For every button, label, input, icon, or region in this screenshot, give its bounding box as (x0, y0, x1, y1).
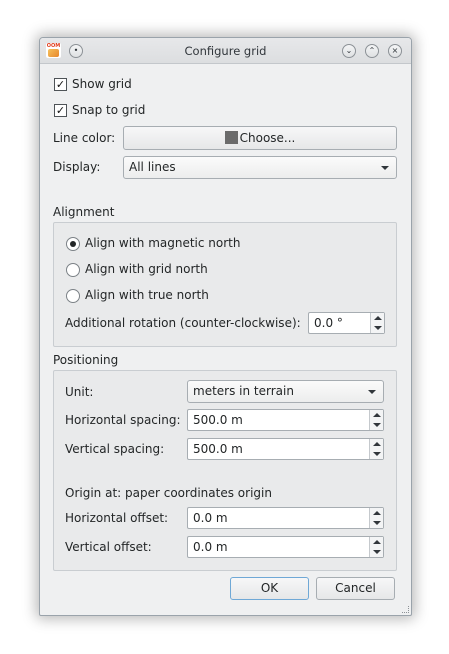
chevron-down-icon (368, 390, 376, 394)
radio-grid-north[interactable] (66, 263, 80, 277)
unit-label: Unit: (65, 385, 94, 399)
true-north-label: Align with true north (85, 288, 209, 302)
v-offset-label: Vertical offset: (65, 540, 152, 554)
step-down-icon (373, 550, 381, 554)
magnetic-north-label: Align with magnetic north (85, 236, 241, 250)
step-down-icon (373, 423, 381, 427)
choose-color-label: Choose... (239, 131, 296, 145)
h-offset-stepper[interactable] (369, 508, 383, 528)
color-swatch (224, 131, 238, 144)
ok-button[interactable]: OK (230, 577, 309, 600)
v-offset-spinbox[interactable]: 0.0 m (187, 536, 384, 558)
minimize-button[interactable]: ⌄ (342, 44, 356, 58)
v-offset-value: 0.0 m (193, 540, 228, 554)
v-spacing-spinbox[interactable]: 500.0 m (187, 438, 384, 460)
step-down-icon (373, 521, 381, 525)
alignment-title: Alignment (53, 205, 115, 219)
close-button[interactable]: × (388, 44, 402, 58)
step-up-icon (373, 540, 381, 544)
h-spacing-spinbox[interactable]: 500.0 m (187, 409, 384, 431)
step-up-icon (373, 413, 381, 417)
configure-grid-dialog: OOM • Configure grid ⌄ ⌃ × ✓ Show grid ✓… (39, 37, 412, 616)
display-value: All lines (129, 160, 176, 174)
step-up-icon (373, 511, 381, 515)
grid-north-label: Align with grid north (85, 262, 208, 276)
rotation-value: 0.0 ° (314, 316, 343, 330)
choose-color-button[interactable]: Choose... (123, 126, 397, 150)
rotation-stepper[interactable] (370, 313, 384, 333)
positioning-title: Positioning (53, 353, 119, 367)
v-spacing-label: Vertical spacing: (65, 442, 165, 456)
maximize-button[interactable]: ⌃ (365, 44, 379, 58)
radio-magnetic-north[interactable] (66, 237, 80, 251)
h-offset-spinbox[interactable]: 0.0 m (187, 507, 384, 529)
show-grid-checkbox[interactable]: ✓ (54, 78, 67, 91)
title-bar[interactable]: OOM • Configure grid ⌄ ⌃ × (40, 38, 411, 64)
h-spacing-value: 500.0 m (193, 413, 243, 427)
step-down-icon (374, 326, 382, 330)
radio-true-north[interactable] (66, 289, 80, 303)
chevron-down-icon (381, 166, 389, 170)
step-up-icon (373, 442, 381, 446)
alignment-group: Align with magnetic north Align with gri… (53, 222, 397, 347)
display-label: Display: (53, 160, 101, 174)
display-select[interactable]: All lines (123, 156, 397, 179)
step-down-icon (373, 452, 381, 456)
resize-grip[interactable] (402, 606, 409, 613)
line-color-label: Line color: (53, 131, 116, 145)
h-offset-label: Horizontal offset: (65, 511, 169, 525)
v-spacing-stepper[interactable] (369, 439, 383, 459)
unit-value: meters in terrain (193, 384, 294, 398)
snap-to-grid-checkbox[interactable]: ✓ (54, 104, 67, 117)
h-offset-value: 0.0 m (193, 511, 228, 525)
rotation-label: Additional rotation (counter-clockwise): (65, 316, 301, 330)
snap-to-grid-label: Snap to grid (72, 103, 146, 117)
positioning-group: Unit: meters in terrain Horizontal spaci… (53, 370, 397, 571)
step-up-icon (374, 316, 382, 320)
unit-select[interactable]: meters in terrain (187, 380, 384, 403)
rotation-spinbox[interactable]: 0.0 ° (308, 312, 385, 334)
cancel-button[interactable]: Cancel (316, 577, 395, 600)
show-grid-label: Show grid (72, 77, 132, 91)
v-spacing-value: 500.0 m (193, 442, 243, 456)
h-spacing-stepper[interactable] (369, 410, 383, 430)
origin-label: Origin at: paper coordinates origin (65, 486, 272, 500)
v-offset-stepper[interactable] (369, 537, 383, 557)
h-spacing-label: Horizontal spacing: (65, 413, 181, 427)
